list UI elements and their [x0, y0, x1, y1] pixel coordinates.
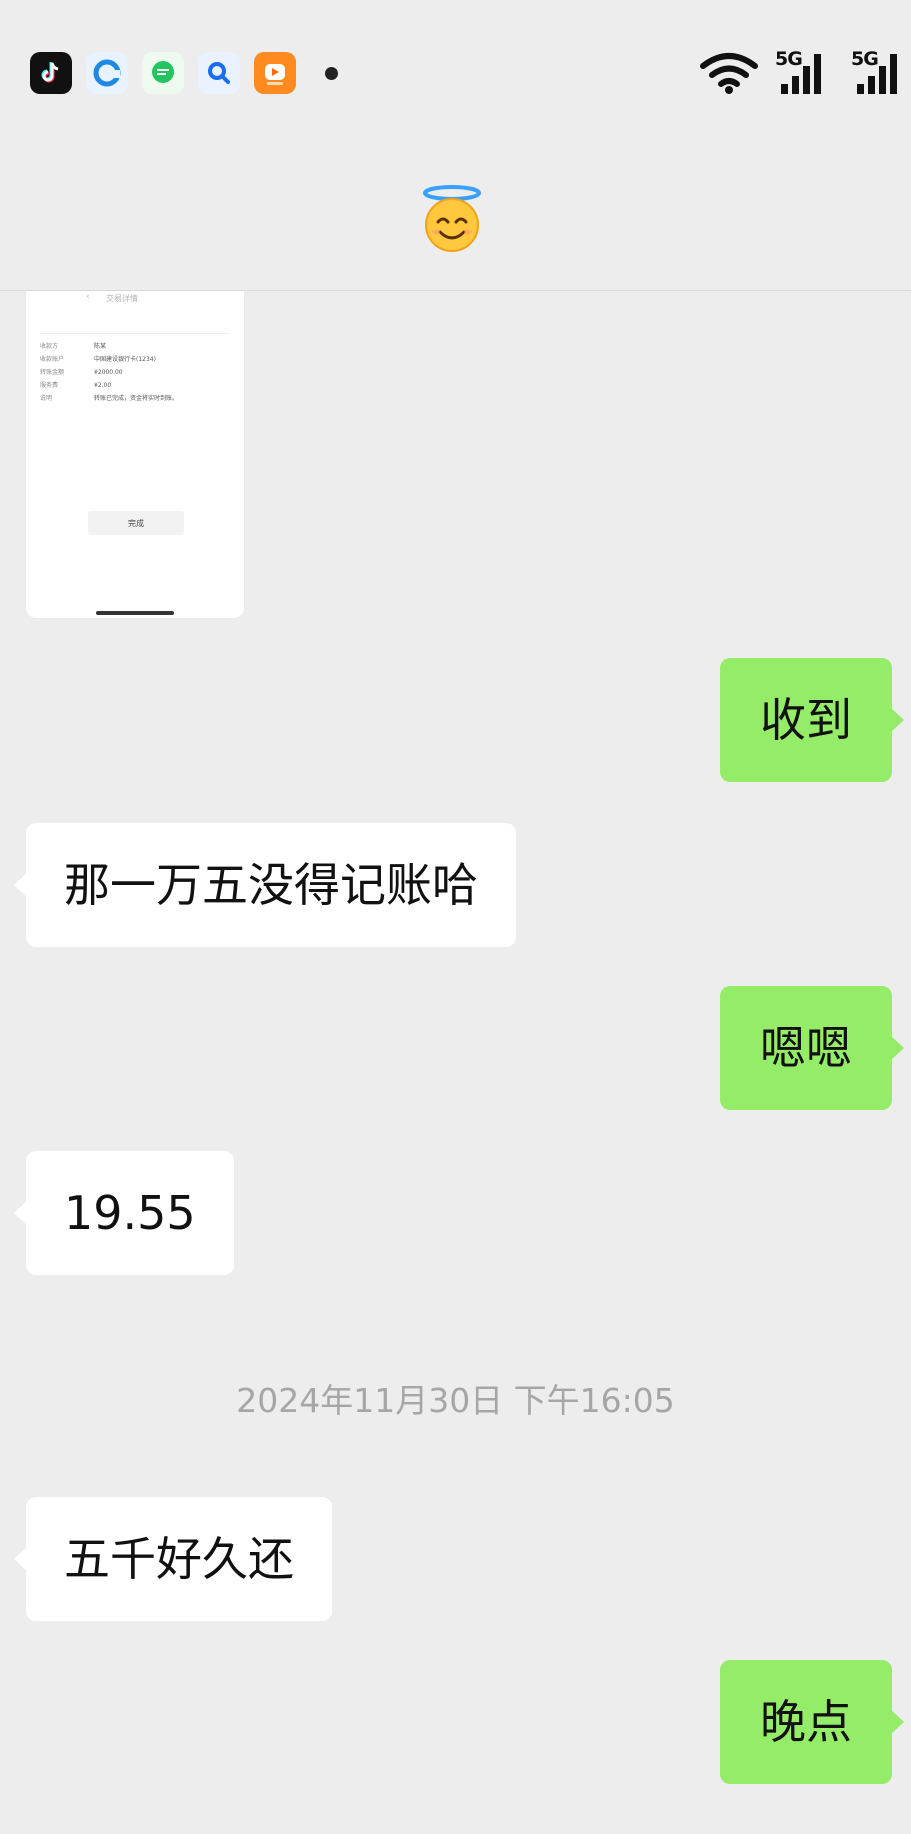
message-app-icon: [142, 52, 184, 94]
detail-key: 收款账户: [40, 356, 65, 363]
thumbnail-detail-row: 收款账户 中国建设银行卡(1234): [40, 354, 156, 363]
message-timestamp: 2024年11月30日 下午16:05: [236, 1381, 675, 1420]
thumbnail-back-icon: ‹: [86, 292, 90, 302]
thumbnail-detail-row: 说明 转账已完成，资金将实时到账。: [40, 393, 178, 402]
notification-dot-icon: [325, 67, 338, 80]
signal-bars-icon: [781, 54, 821, 94]
outgoing-message-bubble[interactable]: 晚点: [720, 1660, 904, 1784]
detail-value: 中国建设银行卡(1234): [94, 356, 156, 363]
signal-bars-icon: [857, 54, 897, 94]
thumbnail-title: 交易详情: [106, 294, 138, 303]
image-message-thumbnail[interactable]: ‹ 交易详情 收款方 陈某 收款账户 中国建设银行卡(1234) 转账金额 ¥2000…: [26, 291, 244, 618]
detail-key: 收款方: [40, 343, 59, 350]
outgoing-message-bubble[interactable]: 收到: [720, 658, 904, 782]
home-indicator: [96, 611, 174, 615]
detail-value: 转账已完成，资金将实时到账。: [94, 395, 179, 402]
search-app-icon: [198, 52, 240, 94]
video-app-icon: [254, 52, 296, 94]
cellular-signal-2: 5G: [851, 48, 909, 96]
thumbnail-detail-row: 服务费 ¥2.00: [40, 380, 111, 389]
chat-screen: 5G 5G ‹ 交易详情 收款方 陈某 收款账户 中国建设银行卡(1234) 转…: [0, 0, 911, 1834]
browser-icon: [86, 52, 128, 94]
detail-key: 转账金额: [40, 369, 65, 376]
thumbnail-done-button: 完成: [88, 511, 184, 535]
message-list[interactable]: ‹ 交易详情 收款方 陈某 收款账户 中国建设银行卡(1234) 转账金额 ¥2000…: [0, 291, 911, 1834]
thumbnail-detail-row: 转账金额 ¥2000.00: [40, 367, 123, 376]
incoming-message-bubble[interactable]: 五千好久还: [14, 1497, 332, 1621]
tiktok-icon: [30, 52, 72, 94]
incoming-message-bubble[interactable]: 19.55: [14, 1151, 234, 1275]
thumbnail-detail-row: 收款方 陈某: [40, 341, 106, 350]
outgoing-message-bubble[interactable]: 嗯嗯: [720, 986, 904, 1110]
chat-title-bar[interactable]: [0, 150, 911, 291]
detail-value: ¥2.00: [94, 382, 112, 389]
detail-value: 陈某: [94, 343, 107, 350]
incoming-message-bubble[interactable]: 那一万五没得记账哈: [14, 823, 516, 947]
cellular-signal-1: 5G: [775, 48, 833, 96]
wifi-icon: [700, 53, 758, 94]
status-bar: 5G 5G: [0, 0, 911, 150]
detail-key: 服务费: [40, 382, 59, 389]
detail-value: ¥2000.00: [94, 369, 123, 376]
divider: [40, 333, 230, 334]
smiling-face-with-halo-icon: [423, 185, 481, 252]
detail-key: 说明: [40, 395, 53, 402]
